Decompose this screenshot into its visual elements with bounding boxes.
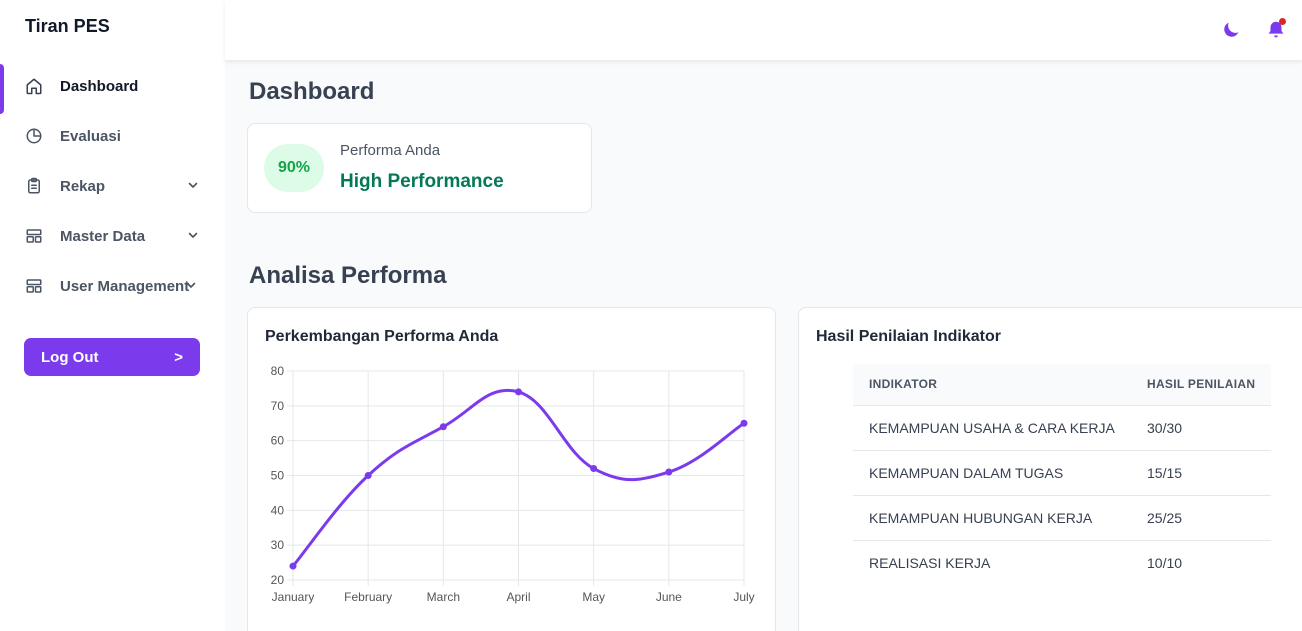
sidebar-item-label: Master Data [60,227,146,245]
sidebar-nav: Dashboard Evaluasi Rekap Master Data Use… [0,61,225,311]
indicator-card: Hasil Penilaian Indikator INDIKATOR HASI… [798,307,1302,631]
performance-value: High Performance [340,171,504,192]
table-row: REALISASI KERJA 10/10 [853,540,1271,585]
layout-icon [24,226,44,246]
sidebar-item-evaluasi[interactable]: Evaluasi [0,111,225,161]
y-tick-label: 80 [271,364,285,378]
table-row: KEMAMPUAN USAHA & CARA KERJA 30/30 [853,405,1271,451]
layout-icon [24,276,44,296]
top-bar [225,0,1302,60]
indicator-name: KEMAMPUAN USAHA & CARA KERJA [853,405,1131,451]
performance-label: Performa Anda [340,142,441,159]
chevron-down-icon [186,282,196,288]
sidebar-item-label: User Management [60,277,190,295]
clipboard-icon [24,176,44,196]
logout-label: Log Out [41,348,99,366]
chevron-down-icon [188,182,198,188]
data-point [289,562,297,570]
indicator-score: 30/30 [1131,405,1271,451]
notification-dot [1279,18,1286,25]
x-tick-label: May [582,590,605,604]
sidebar-item-label: Dashboard [60,77,139,95]
y-tick-label: 70 [271,399,285,413]
y-tick-label: 40 [271,503,285,517]
indicator-score: 10/10 [1147,554,1183,571]
table-row: KEMAMPUAN DALAM TUGAS 15/15 [853,450,1271,496]
y-tick-label: 30 [271,538,285,552]
page-title: Dashboard [249,78,375,105]
indicator-score: 15/15 [1131,450,1271,496]
logout-arrow: > [174,348,183,366]
brand-title[interactable]: Tiran PES [25,16,110,37]
data-point [439,423,447,431]
table-header-row: INDIKATOR HASIL PENILAIAN [853,364,1271,406]
indicator-title: Hasil Penilaian Indikator [816,328,1001,345]
column-header: HASIL PENILAIAN [1131,364,1271,406]
sidebar: Tiran PES Dashboard Evaluasi Rekap Maste… [0,0,225,631]
chart-card: Perkembangan Performa Anda 20 30 40 50 60 70 8… [247,307,776,631]
table-row: KEMAMPUAN HUBUNGAN KERJA 25/25 [853,495,1271,541]
chevron-down-icon [188,232,198,238]
x-tick-label: January [272,590,315,604]
y-tick-label: 20 [271,573,285,587]
x-tick-label: June [656,590,682,604]
home-icon [24,76,44,96]
y-tick-label: 50 [271,469,285,483]
logout-button[interactable]: Log Out > [24,338,200,376]
y-tick-label: 60 [271,434,285,448]
indicator-name: KEMAMPUAN DALAM TUGAS [853,450,1131,496]
x-tick-label: March [427,590,460,604]
performance-card: 90% Performa Anda High Performance [247,123,592,213]
pie-chart-icon [24,126,44,146]
column-header: INDIKATOR [853,364,1131,406]
data-point [364,472,372,479]
x-tick-label: February [344,590,392,604]
moon-icon[interactable] [1220,19,1242,41]
indicator-table: INDIKATOR HASIL PENILAIAN KEMAMPUAN USAH… [853,364,1271,585]
sidebar-item-label: Evaluasi [60,127,121,145]
performance-badge: 90% [264,144,324,192]
data-point [740,419,748,427]
sidebar-item-master-data[interactable]: Master Data [0,211,225,261]
data-point [515,388,522,396]
sidebar-item-dashboard[interactable]: Dashboard [0,61,225,114]
performance-line-chart: 20 30 40 50 60 70 80 January February March April M… [271,364,755,604]
data-point [665,468,673,476]
sidebar-item-rekap[interactable]: Rekap [0,161,225,211]
section-title: Analisa Performa [249,262,447,289]
x-tick-label: April [506,590,530,604]
data-point [590,465,598,473]
sidebar-item-user-management[interactable]: User Management [0,261,225,311]
x-tick-label: July [733,590,754,604]
indicator-name: KEMAMPUAN HUBUNGAN KERJA [853,495,1131,541]
bell-icon[interactable] [1265,18,1287,41]
sidebar-item-label: Rekap [60,177,106,195]
indicator-score: 25/25 [1131,495,1271,541]
indicator-name: REALISASI KERJA [869,554,991,571]
